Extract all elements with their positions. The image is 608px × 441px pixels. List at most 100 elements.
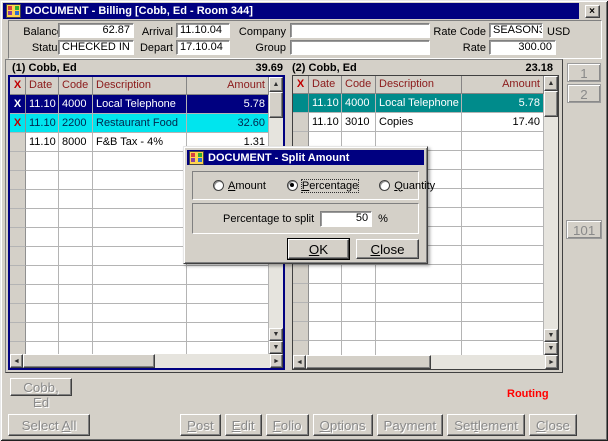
column-header-amount: Amount [187, 77, 269, 95]
radio-label: Percentage [302, 180, 358, 192]
window2-button[interactable]: 2 [567, 84, 601, 103]
status-label: Status [11, 41, 63, 55]
table-row[interactable]: X 11.10 4000 Local Telephone 5.78 [10, 95, 269, 114]
rate-label: Rate [417, 41, 486, 55]
group-field[interactable] [290, 40, 430, 55]
rate-code-field[interactable]: SEASON3 [489, 23, 543, 38]
tab-cobb-ed[interactable]: Cobb, Ed [10, 378, 72, 396]
balance-field: 62.87 [58, 23, 134, 38]
radio-label: Quantity [394, 180, 435, 192]
options-button[interactable]: Options [313, 414, 373, 436]
cell-mark [10, 133, 26, 152]
table-row-empty[interactable] [293, 265, 544, 284]
table-row[interactable]: X 11.10 2200 Restaurant Food 32.60 [10, 114, 269, 133]
column-header-x: X [293, 76, 309, 94]
radio-icon[interactable] [213, 180, 224, 191]
scrollbar-track[interactable] [544, 117, 558, 329]
app-icon [6, 4, 21, 18]
main-close-button[interactable]: Close [529, 414, 577, 436]
cell-description: F&B Tax - 4% [93, 133, 187, 152]
scrollbar-track[interactable] [155, 354, 270, 368]
depart-label: Depart [129, 41, 173, 55]
cell-date: 11.10 [26, 114, 59, 133]
scrollbar-track[interactable] [431, 355, 545, 369]
table-row-empty[interactable] [293, 284, 544, 303]
folio1-total: 39.69 [255, 62, 283, 75]
percentage-input[interactable]: 50 [320, 211, 372, 227]
column-header-description: Description [93, 77, 187, 95]
cell-date: 11.10 [309, 94, 342, 113]
radio-percentage[interactable]: Percentage [287, 180, 358, 192]
radio-amount[interactable]: Amount [213, 180, 266, 192]
column-header-code: Code [342, 76, 376, 94]
column-header-description: Description [376, 76, 462, 94]
column-header-date: Date [309, 76, 342, 94]
horizontal-scrollbar[interactable]: ◄ ► [293, 355, 558, 369]
vertical-scrollbar[interactable]: ▲ ▼ ▼ [544, 76, 558, 355]
window101-button[interactable]: 101 [566, 220, 602, 239]
settlement-button[interactable]: Settlement [447, 414, 525, 436]
arrival-field[interactable]: 11.10.04 [176, 23, 230, 38]
scrollbar-thumb[interactable] [269, 92, 283, 118]
scrollbar-thumb[interactable] [544, 91, 558, 117]
dialog-close-button[interactable]: Close [356, 239, 419, 259]
table-row-empty[interactable] [293, 322, 544, 341]
table-row-empty[interactable] [10, 304, 269, 323]
cell-mark: X [10, 95, 26, 114]
scroll-left-icon[interactable]: ◄ [10, 354, 23, 368]
table-row-empty[interactable] [10, 323, 269, 342]
folio2-header: (2) Cobb, Ed 23.18 [292, 62, 556, 75]
cell-code: 3010 [342, 113, 376, 132]
scroll-down-icon[interactable]: ▼ [269, 328, 283, 341]
scroll-up-icon[interactable]: ▲ [269, 77, 283, 92]
header-panel: Balance 62.87 Status CHECKED IN Arrival … [8, 20, 602, 59]
action-button-row: Post Edit Folio Options Payment Settleme… [180, 414, 567, 436]
radio-quantity[interactable]: Quantity [379, 180, 435, 192]
scrollbar-thumb[interactable] [23, 354, 155, 368]
scroll-to-end-icon[interactable]: ▼ [544, 342, 558, 355]
ok-button[interactable]: OK [288, 239, 349, 259]
select-all-button[interactable]: Select All [8, 414, 90, 436]
scroll-right-icon[interactable]: ► [270, 354, 283, 368]
radio-icon[interactable] [287, 180, 298, 191]
table-row-empty[interactable] [10, 342, 269, 354]
scroll-down-icon[interactable]: ▼ [544, 329, 558, 342]
cell-amount: 5.78 [462, 94, 544, 113]
close-icon[interactable]: × [585, 5, 600, 18]
percentage-group: Percentage to split 50 % [192, 203, 419, 234]
folio-button[interactable]: Folio [266, 414, 309, 436]
scroll-to-end-icon[interactable]: ▼ [269, 341, 283, 354]
edit-button[interactable]: Edit [225, 414, 262, 436]
table-row-empty[interactable] [293, 341, 544, 355]
folio1-title: (1) Cobb, Ed [12, 62, 77, 75]
scroll-right-icon[interactable]: ► [545, 355, 558, 369]
titlebar-corner: × [579, 3, 605, 19]
table-row[interactable]: 11.10 3010 Copies 17.40 [293, 113, 544, 132]
window1-button[interactable]: 1 [567, 63, 601, 82]
percent-sign: % [378, 213, 388, 225]
app-icon [189, 151, 204, 165]
depart-field[interactable]: 17.10.04 [176, 40, 230, 55]
table-row-empty[interactable] [10, 285, 269, 304]
scroll-left-icon[interactable]: ◄ [293, 355, 306, 369]
table-row[interactable]: 11.10 4000 Local Telephone 5.78 [293, 94, 544, 113]
balance-label: Balance [11, 25, 63, 39]
company-field[interactable] [290, 23, 430, 38]
post-button[interactable]: Post [180, 414, 221, 436]
cell-description: Restaurant Food [93, 114, 187, 133]
column-header-date: Date [26, 77, 59, 95]
payment-button[interactable]: Payment [377, 414, 444, 436]
dialog-titlebar: DOCUMENT - Split Amount [187, 150, 424, 165]
rate-field[interactable]: 300.00 [489, 40, 556, 55]
radio-icon[interactable] [379, 180, 390, 191]
table-row-empty[interactable] [10, 266, 269, 285]
cell-code: 8000 [59, 133, 93, 152]
scroll-up-icon[interactable]: ▲ [544, 76, 558, 91]
arrival-label: Arrival [129, 25, 173, 39]
horizontal-scrollbar[interactable]: ◄ ► [10, 354, 283, 368]
cell-mark [293, 94, 309, 113]
split-amount-dialog: DOCUMENT - Split Amount Amount Percentag… [183, 146, 428, 264]
table-row-empty[interactable] [293, 303, 544, 322]
scrollbar-thumb[interactable] [306, 355, 431, 369]
cell-amount: 32.60 [187, 114, 269, 133]
